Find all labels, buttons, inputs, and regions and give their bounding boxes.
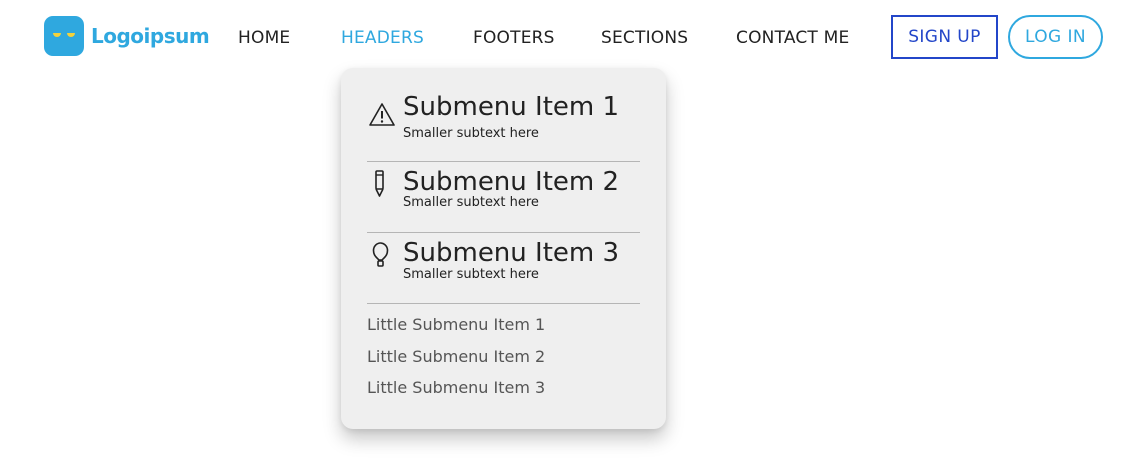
nav-home[interactable]: HOME	[238, 25, 290, 51]
divider	[367, 161, 640, 162]
log-in-button[interactable]: LOG IN	[1008, 15, 1103, 59]
divider	[367, 232, 640, 233]
lightbulb-icon	[367, 240, 397, 270]
submenu-item-2[interactable]: Submenu Item 2 Smaller subtext here	[367, 165, 640, 215]
brand-logo[interactable]: Logoipsum	[44, 15, 210, 57]
warning-icon	[367, 99, 397, 129]
little-submenu-item-1[interactable]: Little Submenu Item 1	[367, 314, 545, 336]
page: Logoipsum HOME HEADERS FOOTERS SECTIONS …	[0, 0, 1146, 465]
submenu-item-subtext: Smaller subtext here	[403, 195, 539, 210]
submenu-item-subtext: Smaller subtext here	[403, 267, 539, 282]
submenu-item-1[interactable]: Submenu Item 1 Smaller subtext here	[367, 90, 640, 145]
submenu-item-title: Submenu Item 2	[403, 167, 620, 197]
submenu-item-title: Submenu Item 1	[403, 92, 620, 122]
logo-face-icon	[44, 16, 84, 56]
sign-up-button[interactable]: SIGN UP	[891, 15, 998, 59]
nav-headers[interactable]: HEADERS	[341, 25, 424, 51]
nav-contact-me[interactable]: CONTACT ME	[736, 25, 849, 51]
nav-sections[interactable]: SECTIONS	[601, 25, 688, 51]
brand-name: Logoipsum	[91, 24, 210, 48]
headers-dropdown-menu: Submenu Item 1 Smaller subtext here Subm…	[341, 68, 666, 429]
divider	[367, 303, 640, 304]
submenu-item-title: Submenu Item 3	[403, 238, 620, 268]
little-submenu-item-2[interactable]: Little Submenu Item 2	[367, 346, 545, 368]
pencil-icon	[367, 168, 397, 198]
little-submenu-item-3[interactable]: Little Submenu Item 3	[367, 377, 545, 399]
nav-footers[interactable]: FOOTERS	[473, 25, 555, 51]
submenu-item-subtext: Smaller subtext here	[403, 126, 539, 141]
submenu-item-3[interactable]: Submenu Item 3 Smaller subtext here	[367, 236, 640, 286]
